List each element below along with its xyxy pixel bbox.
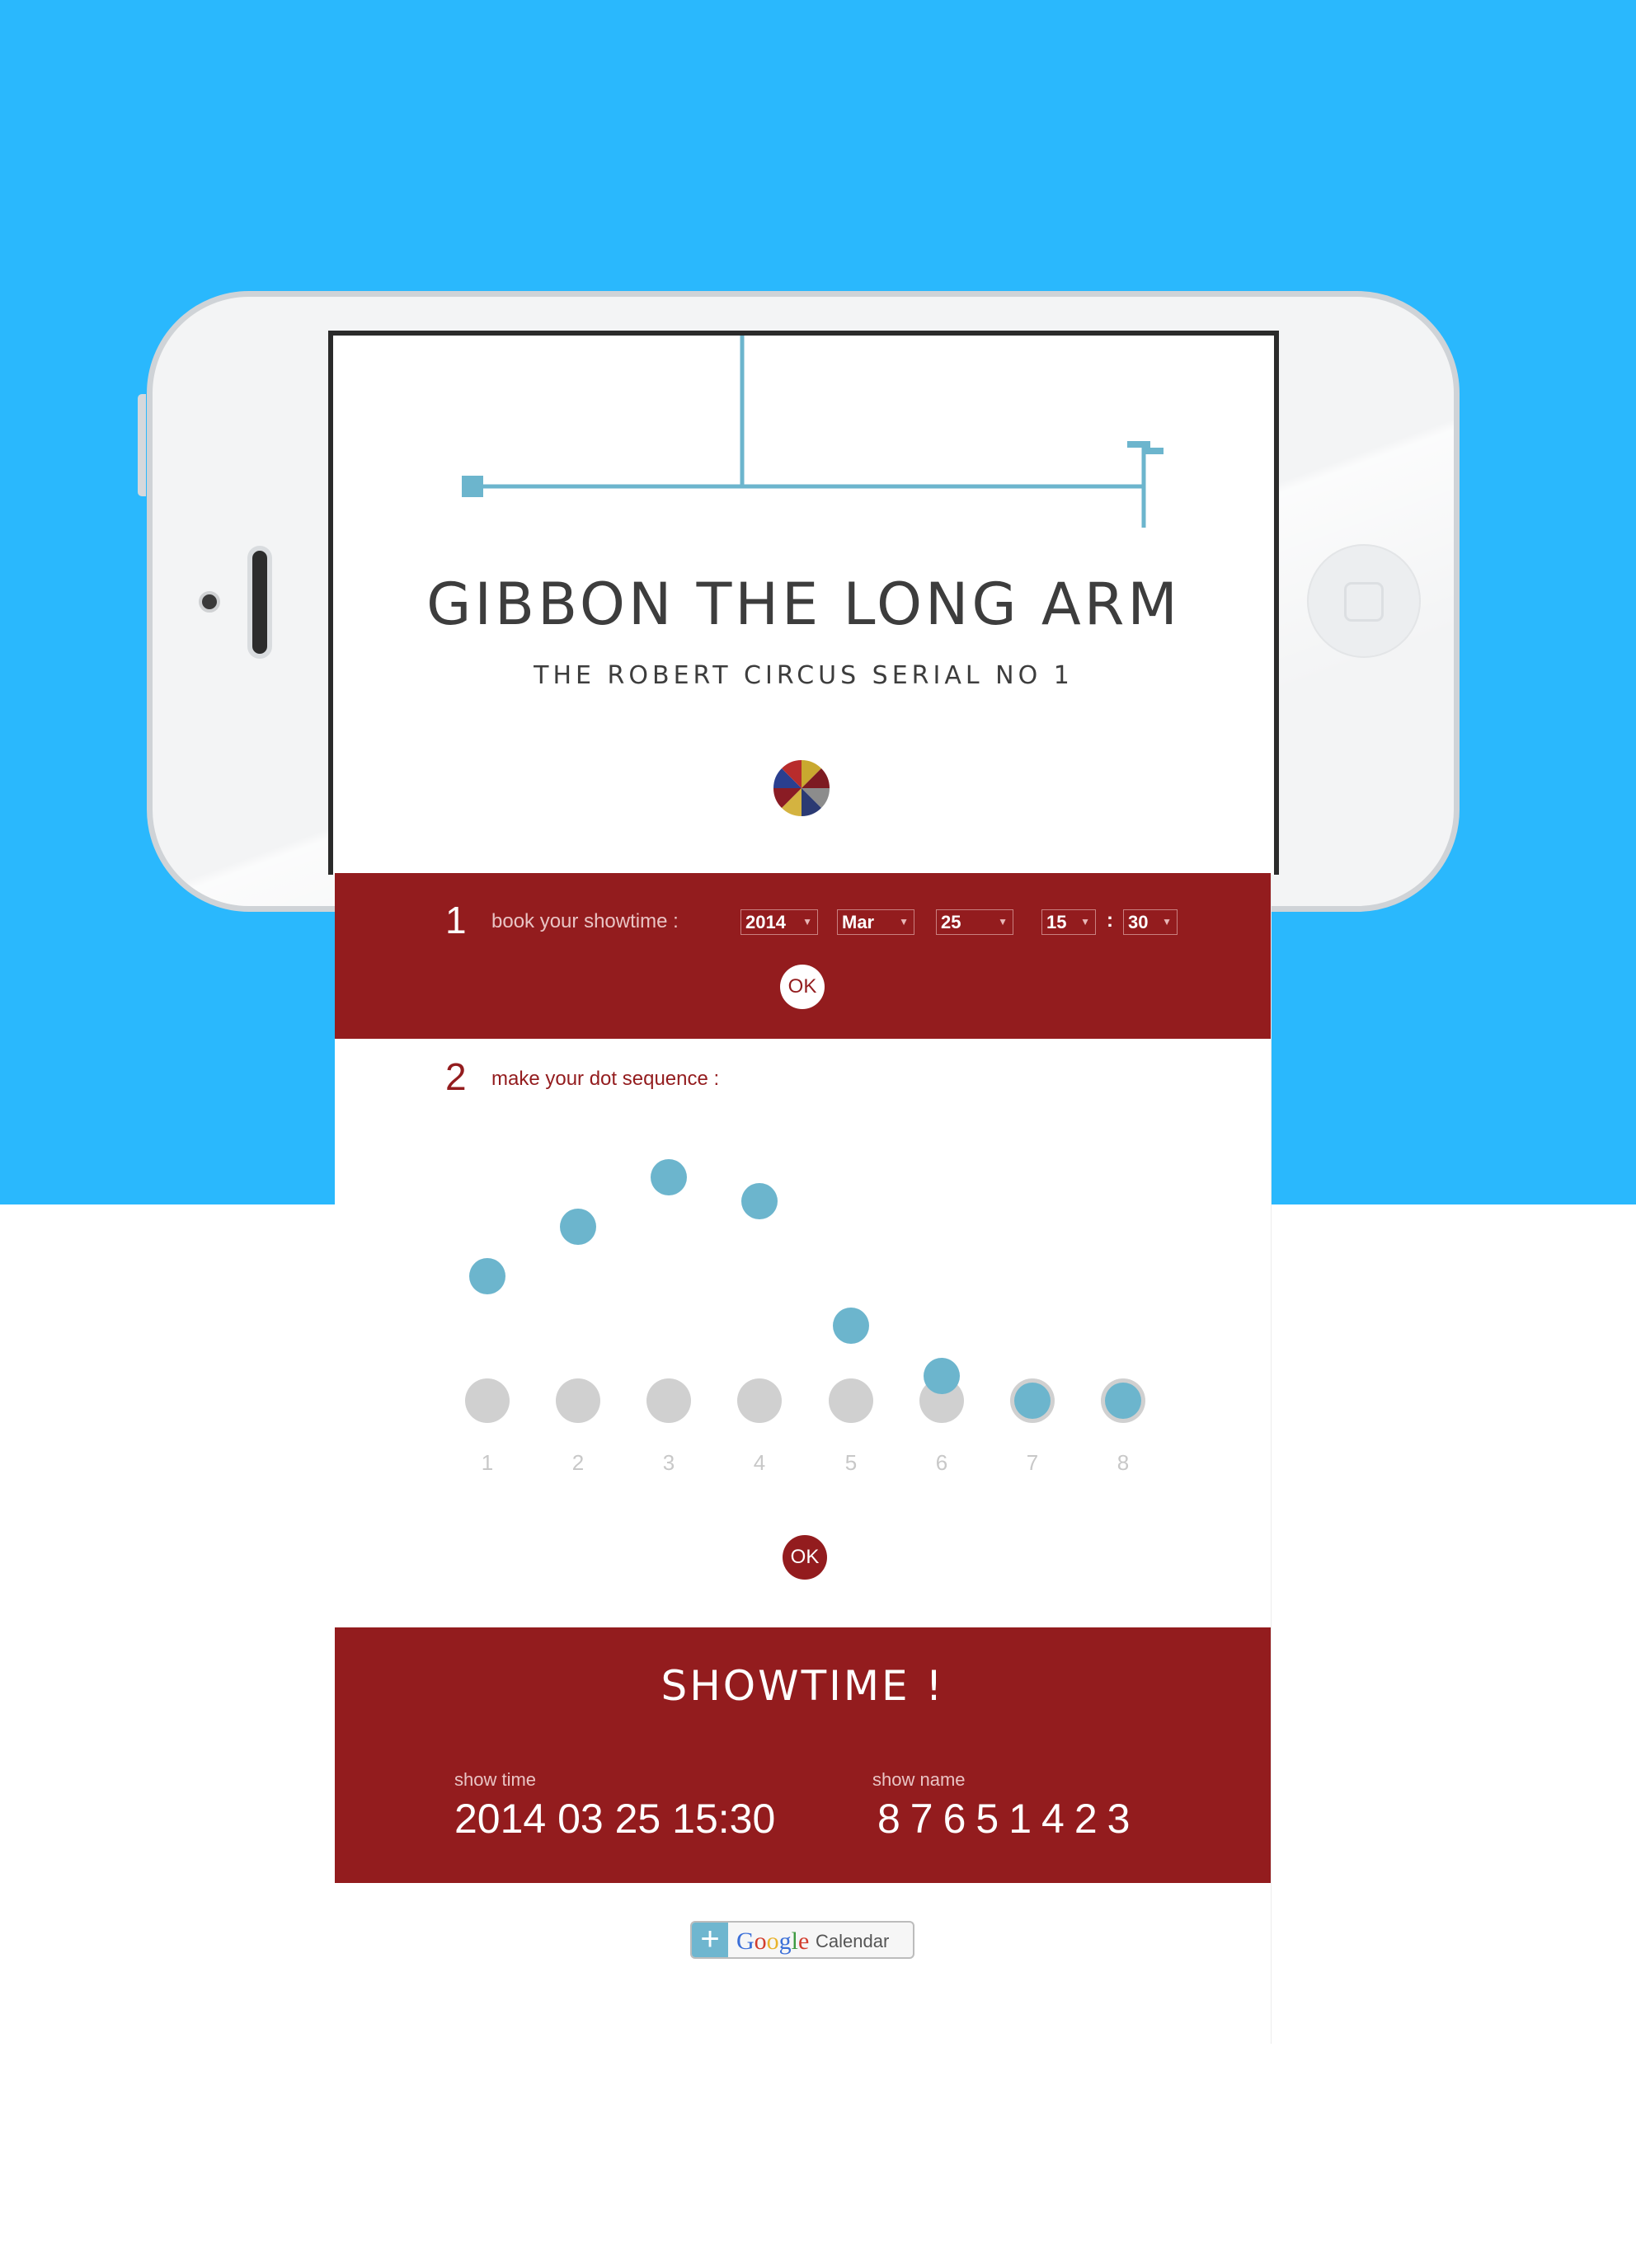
dot-label-1: 1 xyxy=(481,1450,494,1475)
dot-label-2: 2 xyxy=(571,1450,585,1475)
google-logo-letter: e xyxy=(798,1928,810,1955)
dot-6[interactable] xyxy=(924,1358,960,1394)
google-logo-letter: g xyxy=(778,1928,792,1955)
add-to-google-calendar-button[interactable]: + Google Calendar xyxy=(690,1921,914,1959)
google-logo-letter: o xyxy=(754,1928,767,1955)
dot-slot-2[interactable] xyxy=(556,1378,600,1423)
dot-slot-3[interactable] xyxy=(646,1378,691,1423)
dot-label-3: 3 xyxy=(662,1450,675,1475)
speaker-icon xyxy=(247,546,272,659)
page-subtitle: THE ROBERT CIRCUS SERIAL NO 1 xyxy=(534,661,1074,690)
dot-slot-5[interactable] xyxy=(829,1378,873,1423)
dot-sequence-board xyxy=(465,1159,1145,1423)
calendar-label: Calendar xyxy=(816,1931,890,1951)
dot-label-6: 6 xyxy=(935,1450,948,1475)
google-logo-letter: G xyxy=(736,1928,755,1955)
google-logo-letter: l xyxy=(791,1928,799,1955)
google-logo: Google xyxy=(736,1928,809,1956)
show-name-value: 87651423 xyxy=(877,1796,1140,1842)
dot-5[interactable] xyxy=(833,1308,869,1344)
dot-2[interactable] xyxy=(560,1209,596,1245)
show-name-label: show name xyxy=(872,1769,966,1790)
dot-label-5: 5 xyxy=(844,1450,858,1475)
booking-panel: 1 book your showtime : 2014 ▼ Mar ▼ 25 ▼ 15… xyxy=(335,873,1272,2044)
page-title: GIBBON THE LONG ARM xyxy=(426,571,1181,638)
show-time-label: show time xyxy=(454,1769,537,1790)
dot-1[interactable] xyxy=(469,1258,505,1294)
dot-label-8: 8 xyxy=(1117,1450,1130,1475)
circus-wheel-icon xyxy=(773,760,830,816)
camera-icon xyxy=(199,591,220,613)
dot-label-4: 4 xyxy=(753,1450,766,1475)
dot-8[interactable] xyxy=(1105,1383,1141,1419)
dot-slot-4[interactable] xyxy=(737,1378,782,1423)
dot-slot-1[interactable] xyxy=(465,1378,510,1423)
step2-ok-button[interactable]: OK xyxy=(783,1535,827,1580)
plus-icon: + xyxy=(692,1923,728,1957)
phone-screen: GIBBON THE LONG ARM THE ROBERT CIRCUS SE… xyxy=(328,331,1279,875)
dot-4[interactable] xyxy=(741,1183,778,1219)
showtime-title: SHOWTIME ! xyxy=(661,1662,945,1710)
show-time-value: 2014 03 25 15:30 xyxy=(454,1796,776,1842)
showtime-result: SHOWTIME ! show time 2014 03 25 15:30 sh… xyxy=(335,1627,1271,1883)
google-logo-letter: o xyxy=(766,1928,779,1955)
dot-7[interactable] xyxy=(1014,1383,1051,1419)
dot-label-7: 7 xyxy=(1026,1450,1039,1475)
phone-side-button xyxy=(138,394,146,496)
dot-3[interactable] xyxy=(651,1159,687,1195)
home-square-icon xyxy=(1344,582,1384,622)
gibbon-arm-illustration xyxy=(462,336,1164,528)
